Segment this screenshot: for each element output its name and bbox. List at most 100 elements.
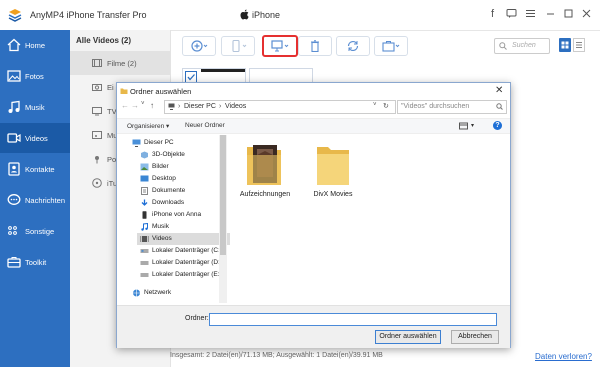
network-icon	[133, 289, 140, 297]
music-video-icon	[92, 131, 102, 139]
folder-search-placeholder: "Videos" durchsuchen	[401, 103, 470, 110]
tree-item-drive-c[interactable]: Lokaler Datenträger (C:)	[137, 245, 230, 257]
add-button[interactable]	[182, 36, 216, 56]
sidebar-item-label: Musik	[25, 103, 45, 112]
cube-icon	[141, 151, 148, 159]
maximize-icon[interactable]	[562, 8, 575, 21]
tree-item-pictures[interactable]: Bilder	[137, 161, 230, 173]
search-input[interactable]: Suchen	[494, 38, 550, 54]
breadcrumb-item[interactable]: Videos	[225, 103, 246, 110]
tree-item-drive-d[interactable]: Lokaler Datenträger (D:)	[137, 257, 230, 269]
grid-view-button[interactable]	[559, 38, 571, 52]
search-icon	[496, 103, 503, 110]
folder-field-label: Ordner:	[185, 315, 209, 322]
sidebar-item-toolkit[interactable]: Toolkit	[0, 247, 70, 277]
drive-icon	[140, 273, 149, 277]
data-lost-link[interactable]: Daten verloren?	[535, 352, 592, 361]
music-icon	[8, 100, 20, 113]
minimize-icon[interactable]	[544, 8, 557, 21]
facebook-icon[interactable]: f	[486, 8, 499, 21]
drive-icon	[140, 249, 149, 253]
list-view-button[interactable]	[573, 38, 585, 52]
address-bar[interactable]: › Dieser PC › Videos ˅ ↻	[164, 100, 396, 114]
phone-icon	[142, 211, 147, 219]
category-label: Po	[107, 155, 117, 164]
check-icon	[187, 74, 195, 81]
tree-item-network[interactable]: Netzwerk	[129, 287, 222, 299]
tree-item-desktop[interactable]: Desktop	[137, 173, 230, 185]
category-header[interactable]: Alle Videos (2)	[76, 36, 131, 45]
view-dropdown-icon[interactable]: ▾	[471, 122, 474, 129]
music-icon	[141, 223, 148, 231]
tree-item-music[interactable]: Musik	[137, 221, 230, 233]
dialog-command-bar: Organisieren ▾ Neuer Ordner ▾ ?	[117, 118, 510, 134]
feedback-icon[interactable]	[505, 8, 518, 21]
sidebar-item-label: Videos	[25, 134, 48, 143]
sidebar-item-label: Sonstige	[25, 227, 55, 236]
list-icon	[576, 42, 582, 48]
sidebar-item-label: Nachrichten	[25, 196, 66, 205]
folder-label: Aufzeichnungen	[239, 191, 291, 198]
status-summary: Insgesamt: 2 Datei(en)/71.13 MB; Ausgewä…	[170, 352, 383, 359]
up-icon[interactable]: ↑	[150, 101, 154, 110]
tree-item-videos[interactable]: Videos	[137, 233, 230, 245]
home-icon	[7, 38, 21, 52]
phone-icon	[232, 40, 247, 52]
add-icon	[191, 40, 208, 52]
device-name[interactable]: iPhone	[252, 10, 280, 20]
folder-dialog: Ordner auswählen ✕ ← → ˅ ↑ › Dieser PC ›…	[116, 82, 511, 348]
sidebar-item-music[interactable]: Musik	[0, 92, 70, 122]
category-item-movies[interactable]: Filme (2)	[70, 51, 170, 75]
sidebar-item-label: Fotos	[25, 72, 44, 81]
sidebar-item-photos[interactable]: Fotos	[0, 61, 70, 91]
tree-item-this-pc[interactable]: Dieser PC	[129, 137, 222, 149]
close-icon[interactable]	[580, 8, 593, 21]
toolbox-button[interactable]	[374, 36, 408, 56]
tree-item-documents[interactable]: Dokumente	[137, 185, 230, 197]
breadcrumb-item[interactable]: Dieser PC	[184, 103, 216, 110]
category-label: Ei	[107, 83, 114, 92]
dialog-title: Ordner auswählen	[130, 87, 192, 96]
tree-item-downloads[interactable]: Downloads	[137, 197, 230, 209]
sidebar-item-messages[interactable]: Nachrichten	[0, 185, 70, 215]
folder-name-input[interactable]	[209, 313, 497, 326]
category-label: Filme (2)	[107, 59, 137, 68]
view-options-icon[interactable]	[459, 122, 468, 130]
sidebar-item-label: Kontakte	[25, 165, 55, 174]
tree-item-iphone[interactable]: iPhone von Anna	[137, 209, 230, 221]
folder-with-image-icon	[247, 145, 281, 185]
organize-button[interactable]: Organisieren ▾	[127, 122, 169, 130]
sidebar-item-contacts[interactable]: Kontakte	[0, 154, 70, 184]
computer-icon	[168, 103, 175, 110]
delete-button[interactable]	[298, 36, 332, 56]
sidebar-item-other[interactable]: Sonstige	[0, 216, 70, 246]
document-icon	[141, 187, 148, 195]
tv-icon	[92, 107, 102, 116]
menu-icon[interactable]	[524, 8, 537, 21]
export-device-button[interactable]	[221, 36, 255, 56]
folder-search-input[interactable]: "Videos" durchsuchen	[397, 100, 507, 114]
select-folder-button[interactable]: Ordner auswählen	[375, 330, 441, 344]
back-icon[interactable]: ←	[121, 101, 129, 110]
thumbnail-image	[201, 69, 245, 72]
tree-item-3d-objects[interactable]: 3D-Objekte	[137, 149, 230, 161]
close-icon[interactable]: ✕	[495, 85, 503, 96]
tree-item-drive-e[interactable]: Lokaler Datenträger (E:)	[137, 269, 230, 281]
path-dropdown-icon[interactable]: ˅	[373, 102, 377, 108]
refresh-button[interactable]	[336, 36, 370, 56]
refresh-icon[interactable]: ↻	[383, 102, 389, 110]
help-icon[interactable]: ?	[493, 121, 502, 130]
new-folder-button[interactable]: Neuer Ordner	[185, 122, 225, 129]
itunes-icon	[92, 178, 102, 188]
folder-icon	[317, 147, 349, 185]
cancel-button[interactable]: Abbrechen	[451, 330, 499, 344]
recent-dropdown-icon[interactable]: ˅	[141, 101, 145, 107]
sidebar-item-home[interactable]: Home	[0, 30, 70, 60]
breadcrumb-separator: ›	[219, 103, 222, 110]
sidebar-item-videos[interactable]: Videos	[0, 123, 70, 153]
export-pc-button[interactable]	[262, 35, 298, 57]
tree-scrollbar-thumb[interactable]	[220, 135, 226, 255]
message-icon	[7, 194, 21, 205]
film-icon	[92, 59, 102, 67]
forward-icon[interactable]: →	[131, 101, 139, 110]
